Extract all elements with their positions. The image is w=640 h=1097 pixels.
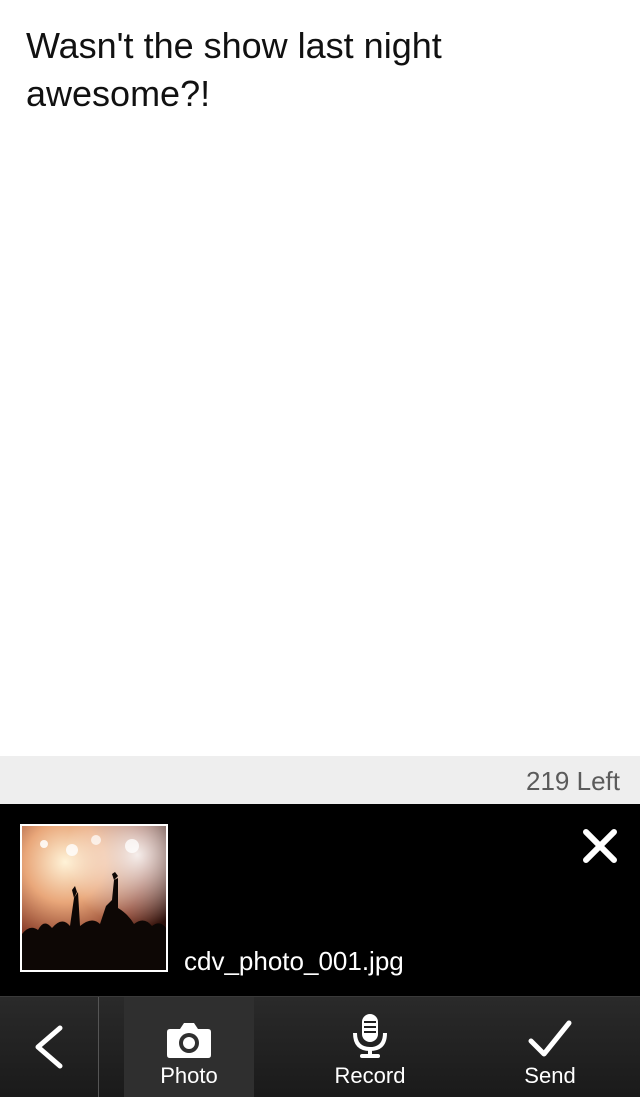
attachment-thumbnail[interactable]	[20, 824, 168, 972]
checkmark-icon	[528, 1020, 572, 1057]
character-counter-bar: 219 Left	[0, 756, 640, 804]
close-icon	[583, 829, 617, 863]
record-button-label: Record	[334, 1063, 406, 1088]
chevron-left-icon	[35, 1025, 63, 1069]
microphone-icon	[353, 1014, 387, 1058]
photo-button[interactable]: Photo	[124, 997, 254, 1097]
record-button[interactable]: Record	[305, 997, 435, 1097]
concert-photo-thumbnail	[22, 826, 166, 970]
remove-attachment-button[interactable]	[574, 820, 626, 872]
send-button-label: Send	[524, 1063, 576, 1088]
attachment-panel: cdv_photo_001.jpg	[0, 804, 640, 996]
photo-button-label: Photo	[160, 1063, 218, 1088]
message-text[interactable]: Wasn't the show last night awesome?!	[26, 22, 586, 118]
camera-icon	[167, 1023, 211, 1058]
attachment-filename: cdv_photo_001.jpg	[184, 946, 404, 976]
characters-left-counter: 219 Left	[526, 766, 620, 796]
message-compose-area[interactable]: Wasn't the show last night awesome?!	[0, 0, 640, 756]
bottom-toolbar: Photo Record Send	[0, 996, 640, 1097]
back-button[interactable]	[0, 997, 99, 1097]
send-button[interactable]: Send	[485, 997, 615, 1097]
